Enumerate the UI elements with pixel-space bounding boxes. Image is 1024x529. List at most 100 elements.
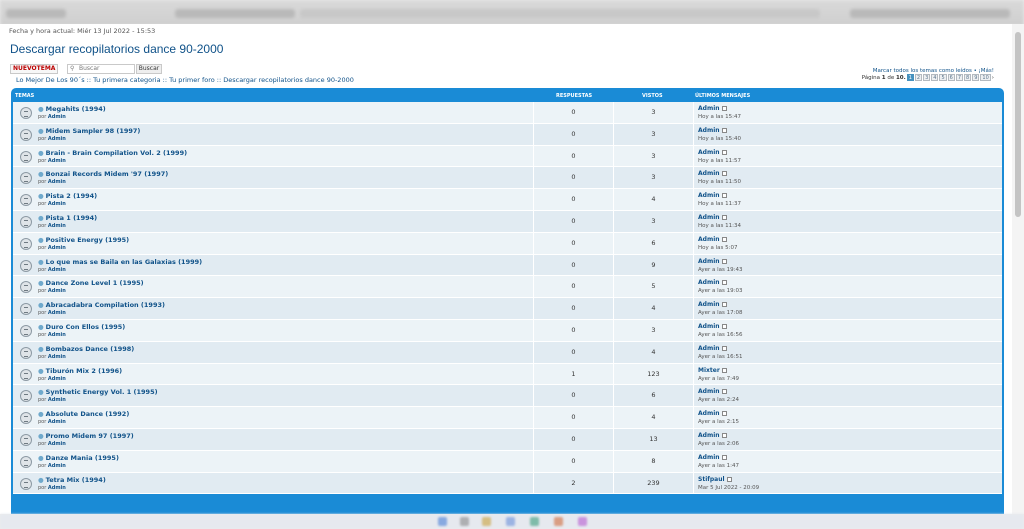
goto-last-post-icon[interactable]	[721, 323, 727, 329]
goto-last-post-icon[interactable]	[721, 411, 727, 417]
page-link[interactable]: 3	[923, 74, 931, 81]
goto-last-post-icon[interactable]	[721, 345, 727, 351]
author-link[interactable]: Admin	[48, 114, 66, 120]
goto-last-post-icon[interactable]	[721, 302, 727, 308]
last-post-user[interactable]: Admin	[698, 149, 720, 156]
author-link[interactable]: Admin	[48, 419, 66, 425]
last-post-user[interactable]: Admin	[698, 345, 720, 352]
author-link[interactable]: Admin	[48, 158, 66, 164]
topic-title-link[interactable]: ● Duro Con Ellos (1995)	[38, 323, 125, 331]
bullet-icon: ●	[38, 126, 44, 135]
page-link[interactable]: 2	[914, 74, 923, 81]
topic-title-link[interactable]: ● Danze Mania (1995)	[38, 454, 119, 462]
goto-last-post-icon[interactable]	[721, 193, 727, 199]
author-link[interactable]: Admin	[48, 485, 66, 491]
last-post-user[interactable]: Admin	[698, 170, 720, 177]
author-link[interactable]: Admin	[48, 267, 66, 273]
topic-title-link[interactable]: ● Positive Energy (1995)	[38, 236, 129, 244]
last-post-user[interactable]: Admin	[698, 323, 720, 330]
page-link[interactable]: 4	[931, 74, 939, 81]
author-link[interactable]: Admin	[48, 245, 66, 251]
topic-title-link[interactable]: ● Lo que mas se Baila en las Galaxias (19…	[38, 258, 202, 266]
topic-title-link[interactable]: ● Absolute Dance (1992)	[38, 410, 129, 418]
last-post-user[interactable]: Mixter	[698, 367, 720, 374]
search-placeholder: Buscar	[79, 65, 100, 72]
goto-last-post-icon[interactable]	[721, 236, 727, 242]
topic-title-link[interactable]: ● Abracadabra Compilation (1993)	[38, 301, 165, 309]
author-link[interactable]: Admin	[48, 376, 66, 382]
last-post-user[interactable]: Admin	[698, 410, 720, 417]
topic-title-link[interactable]: ● Tiburón Mix 2 (1996)	[38, 367, 122, 375]
goto-last-post-icon[interactable]	[721, 106, 727, 111]
topic-title-link[interactable]: ● Tetra Mix (1994)	[38, 476, 106, 484]
views-count: 6	[613, 232, 693, 254]
goto-last-post-icon[interactable]	[721, 367, 727, 373]
topic-title-link[interactable]: ● Midem Sampler 98 (1997)	[38, 127, 140, 135]
goto-last-post-icon[interactable]	[726, 476, 732, 482]
page-link[interactable]: 8	[964, 74, 972, 81]
author-link[interactable]: Admin	[48, 354, 66, 360]
last-post-user[interactable]: Admin	[698, 258, 720, 265]
topic-title-link[interactable]: ● Brain - Brain Compilation Vol. 2 (1999)	[38, 149, 187, 157]
page-link[interactable]: 1	[906, 74, 914, 81]
topic-title-link[interactable]: ● Megahits (1994)	[38, 105, 106, 113]
goto-last-post-icon[interactable]	[721, 127, 727, 133]
page-link[interactable]: 6	[947, 74, 955, 81]
author-link[interactable]: Admin	[48, 397, 66, 403]
last-post-cell: Admin Ayer a las 2:15	[693, 407, 1002, 428]
search-input[interactable]: ⚲ Buscar	[67, 64, 135, 74]
views-count: 4	[613, 341, 693, 363]
replies-count: 0	[533, 428, 613, 450]
last-post-user[interactable]: Admin	[698, 214, 720, 221]
goto-last-post-icon[interactable]	[721, 171, 727, 177]
author-link[interactable]: Admin	[48, 223, 66, 229]
author-link[interactable]: Admin	[48, 463, 66, 469]
last-post-user[interactable]: Admin	[698, 301, 720, 308]
topic-title-link[interactable]: ● Dance Zone Level 1 (1995)	[38, 279, 144, 287]
scrollbar-thumb[interactable]	[1015, 32, 1021, 217]
page-scrollbar[interactable]	[1012, 24, 1024, 514]
last-post-user[interactable]: Admin	[698, 236, 720, 243]
last-post-user[interactable]: Admin	[698, 279, 720, 286]
goto-last-post-icon[interactable]	[721, 214, 727, 220]
topic-title-link[interactable]: ● Pista 1 (1994)	[38, 214, 97, 222]
table-row: ● Abracadabra Compilation (1993) por Admin…	[13, 298, 1002, 320]
author-link[interactable]: Admin	[48, 332, 66, 338]
bullet-icon: ●	[38, 410, 44, 419]
goto-last-post-icon[interactable]	[721, 389, 727, 395]
topic-title-link[interactable]: ● Promo Midem 97 (1997)	[38, 432, 134, 440]
search-button[interactable]: Buscar	[136, 64, 162, 74]
goto-last-post-icon[interactable]	[721, 149, 727, 155]
last-post-user[interactable]: Stifpaul	[698, 476, 725, 483]
last-post-time: Hoy a las 11:57	[698, 157, 741, 164]
goto-last-post-icon[interactable]	[721, 258, 727, 264]
last-post-user[interactable]: Admin	[698, 432, 720, 439]
goto-last-post-icon[interactable]	[721, 454, 727, 460]
page-link[interactable]: 7	[955, 74, 964, 81]
topic-title-link[interactable]: ● Bombazos Dance (1998)	[38, 345, 134, 353]
last-post-user[interactable]: Admin	[698, 454, 720, 461]
goto-last-post-icon[interactable]	[721, 280, 727, 286]
page-link[interactable]: 10	[980, 74, 991, 81]
views-count: 8	[613, 450, 693, 472]
author-link[interactable]: Admin	[48, 136, 66, 142]
breadcrumb[interactable]: Lo Mejor De Los 90´s :: Tu primera categ…	[16, 76, 354, 84]
last-post-user[interactable]: Admin	[698, 192, 720, 199]
topic-title-link[interactable]: ● Pista 2 (1994)	[38, 192, 97, 200]
topic-title-link[interactable]: ● Synthetic Energy Vol. 1 (1995)	[38, 388, 158, 396]
author-link[interactable]: Admin	[48, 441, 66, 447]
topic-title-link[interactable]: ● Bonzai Records Midem '97 (1997)	[38, 170, 168, 178]
next-page-link[interactable]: ›	[992, 75, 994, 81]
goto-last-post-icon[interactable]	[721, 432, 727, 438]
last-post-user[interactable]: Admin	[698, 388, 720, 395]
author-link[interactable]: Admin	[48, 310, 66, 316]
author-link[interactable]: Admin	[48, 201, 66, 207]
page-link[interactable]: 5	[939, 74, 947, 81]
bullet-icon: ●	[38, 235, 44, 244]
page-link[interactable]: 9	[972, 74, 980, 81]
last-post-user[interactable]: Admin	[698, 105, 720, 112]
new-topic-button[interactable]: NUEVOTEMA	[10, 64, 59, 74]
author-link[interactable]: Admin	[48, 288, 66, 294]
last-post-user[interactable]: Admin	[698, 127, 720, 134]
author-link[interactable]: Admin	[48, 179, 66, 185]
